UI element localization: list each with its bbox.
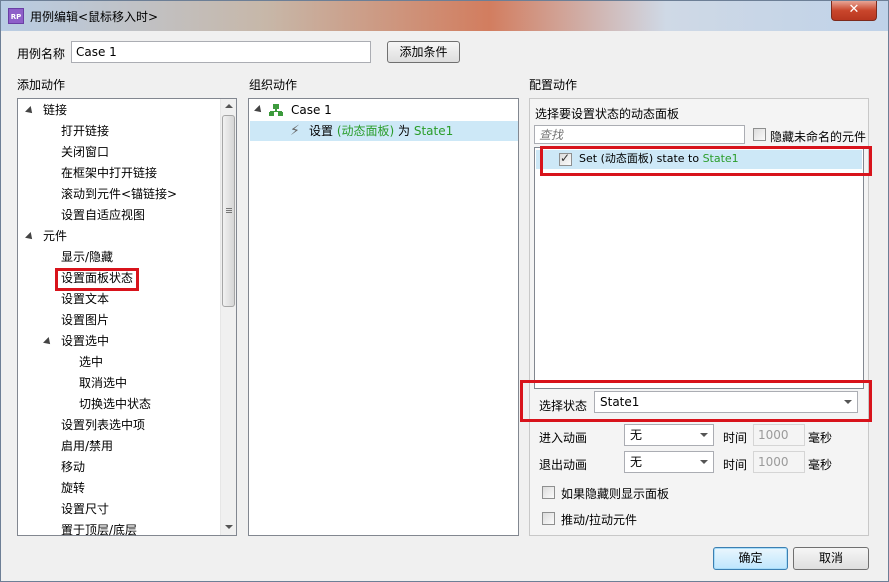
action-tree-item[interactable]: 在框架中打开链接 <box>61 163 157 183</box>
push-pull-checkbox[interactable] <box>542 512 555 525</box>
window-title: 用例编辑<鼠标移入时> <box>30 10 159 24</box>
scroll-up-icon[interactable] <box>225 104 233 108</box>
action-tree-item[interactable]: 启用/禁用 <box>61 436 113 456</box>
choose-panel-label: 选择要设置状态的动态面板 <box>535 107 680 121</box>
lightning-icon: ⚡ <box>290 123 300 139</box>
action-tree-scrollbar[interactable] <box>220 99 236 535</box>
organize-actions-panel: Case 1 ⚡ 设置 (动态面板) 为 State1 <box>248 98 519 536</box>
action-tree-item[interactable]: 打开链接 <box>61 121 109 141</box>
ok-button[interactable]: 确定 <box>713 547 788 570</box>
action-tree-item[interactable]: 取消选中 <box>79 373 127 393</box>
action-tree-item[interactable]: 设置文本 <box>61 289 109 309</box>
action-tree-item[interactable]: 设置尺寸 <box>61 499 109 519</box>
action-tree-item[interactable]: 滚动到元件<锚链接> <box>61 184 177 204</box>
highlight-panel-item <box>540 146 872 176</box>
organize-actions-header: 组织动作 <box>249 78 298 92</box>
add-condition-button[interactable]: 添加条件 <box>387 41 460 63</box>
action-tree-item[interactable]: 切换选中状态 <box>79 394 151 414</box>
exit-time-input[interactable]: 1000 <box>753 451 805 473</box>
action-row-selected[interactable]: ⚡ 设置 (动态面板) 为 State1 <box>250 121 518 141</box>
action-tree-item[interactable]: 设置自适应视图 <box>61 205 145 225</box>
show-if-hidden-checkbox[interactable] <box>542 486 555 499</box>
action-tree-item[interactable]: 旋转 <box>61 478 85 498</box>
exit-time-label: 时间 <box>723 458 748 472</box>
action-tree-item[interactable]: 链接 <box>43 100 67 120</box>
case-name-label: 用例名称 <box>17 47 66 61</box>
scroll-down-icon[interactable] <box>225 525 233 529</box>
enter-ms-label: 毫秒 <box>808 431 833 445</box>
action-tree-item[interactable]: 置于顶层/底层 <box>61 520 137 540</box>
hide-unnamed-checkbox[interactable] <box>753 128 766 141</box>
action-tree-item[interactable]: 设置选中 <box>61 331 109 351</box>
expanded-arrow-icon[interactable] <box>25 232 35 242</box>
enter-animation-select[interactable]: 无 <box>624 424 714 446</box>
action-label: 设置 (动态面板) 为 State1 <box>309 124 454 138</box>
dynamic-panel-list: Set (动态面板) state to State1 <box>534 147 864 389</box>
action-tree-item[interactable]: 元件 <box>43 226 67 246</box>
cancel-button[interactable]: 取消 <box>793 547 869 570</box>
scroll-thumb[interactable] <box>222 115 235 307</box>
use-case-editor-dialog: RP 用例编辑<鼠标移入时> ✕ 用例名称 添加条件 添加动作 组织动作 配置动… <box>0 0 889 582</box>
highlight-set-panel-state <box>55 268 139 291</box>
exit-animation-label: 退出动画 <box>539 458 588 472</box>
chevron-down-icon <box>700 433 708 437</box>
title-bar[interactable]: RP 用例编辑<鼠标移入时> ✕ <box>1 1 888 31</box>
highlight-select-state <box>520 380 872 422</box>
case-item[interactable]: Case 1 <box>291 100 332 120</box>
action-tree-item[interactable]: 选中 <box>79 352 103 372</box>
action-tree-item[interactable]: 显示/隐藏 <box>61 247 113 267</box>
action-tree-item[interactable]: 设置列表选中项 <box>61 415 145 435</box>
enter-time-input[interactable]: 1000 <box>753 424 805 446</box>
axure-app-icon: RP <box>8 8 24 24</box>
configure-actions-header: 配置动作 <box>529 78 578 92</box>
hide-unnamed-label: 隐藏未命名的元件 <box>770 130 867 144</box>
chevron-down-icon <box>700 460 708 464</box>
show-if-hidden-label: 如果隐藏则显示面板 <box>561 487 670 501</box>
expanded-arrow-icon[interactable] <box>25 106 35 116</box>
action-tree-item[interactable]: 移动 <box>61 457 85 477</box>
add-actions-panel: 链接 打开链接 关闭窗口 在框架中打开链接 滚动到元件<锚链接> 设置自适应视图 元件 显示/… <box>17 98 237 537</box>
case-name-input[interactable] <box>71 41 371 63</box>
action-tree-item[interactable]: 设置图片 <box>61 310 109 330</box>
close-icon: ✕ <box>848 2 860 17</box>
expanded-arrow-icon[interactable] <box>43 337 53 347</box>
grip-icon <box>226 208 232 209</box>
enter-time-label: 时间 <box>723 431 748 445</box>
add-actions-header: 添加动作 <box>17 78 66 92</box>
action-tree-item[interactable]: 关闭窗口 <box>61 142 109 162</box>
exit-animation-select[interactable]: 无 <box>624 451 714 473</box>
case-expand-icon[interactable] <box>254 105 264 115</box>
enter-animation-label: 进入动画 <box>539 431 588 445</box>
case-tree-icon <box>269 104 283 116</box>
close-button[interactable]: ✕ <box>831 1 877 21</box>
exit-ms-label: 毫秒 <box>808 458 833 472</box>
panel-search-input[interactable] <box>534 125 745 144</box>
push-pull-label: 推动/拉动元件 <box>561 513 638 527</box>
